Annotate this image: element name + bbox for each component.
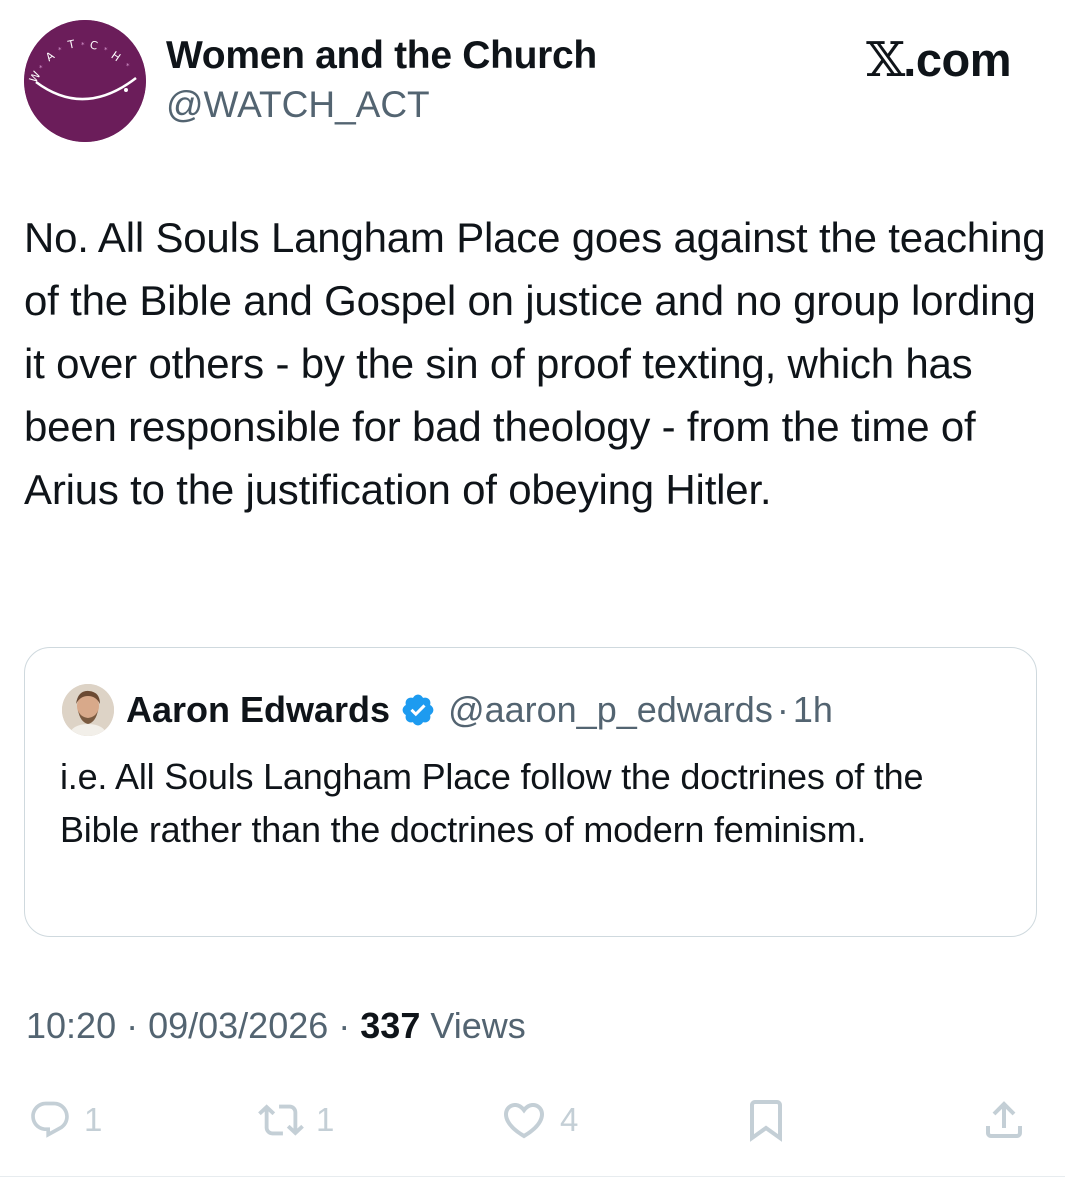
tweet-date[interactable]: 09/03/2026 — [148, 1005, 328, 1046]
views-count: 337 — [360, 1005, 421, 1046]
quoted-author-name[interactable]: Aaron Edwards — [126, 689, 390, 731]
repost-count: 1 — [316, 1101, 335, 1138]
quoted-tweet[interactable]: Aaron Edwards @aaron_p_edwards · 1h i.e.… — [24, 647, 1037, 937]
watch-logo: W A T C H * * * * * — [24, 20, 146, 142]
bookmark-icon — [750, 1100, 782, 1142]
heart-icon — [503, 1103, 545, 1139]
author-avatar[interactable]: W A T C H * * * * * — [24, 20, 146, 142]
share-icon — [986, 1101, 1022, 1138]
verified-badge-icon — [402, 694, 434, 726]
x-logo-icon: 𝕏 — [865, 32, 905, 88]
person-photo-icon — [62, 684, 114, 736]
quoted-text: i.e. All Souls Langham Place follow the … — [60, 756, 924, 850]
quoted-author-avatar[interactable] — [62, 684, 114, 736]
author-handle[interactable]: @WATCH_ACT — [166, 84, 430, 126]
share-button[interactable] — [980, 1090, 1028, 1150]
like-count: 4 — [560, 1101, 579, 1138]
separator-dot: · — [776, 689, 789, 730]
meta-separator: · — [116, 1005, 149, 1046]
quoted-timestamp[interactable]: 1h — [793, 689, 833, 731]
repost-icon — [258, 1104, 304, 1136]
author-name[interactable]: Women and the Church — [166, 34, 597, 78]
reply-count: 1 — [84, 1101, 103, 1138]
bookmark-button[interactable] — [742, 1090, 790, 1150]
views-label: Views — [420, 1005, 526, 1046]
tweet-card: W A T C H * * * * * Women and the Church… — [0, 0, 1065, 1200]
tweet-time[interactable]: 10:20 — [26, 1005, 116, 1046]
bottom-divider — [0, 1176, 1065, 1177]
brand-suffix: .com — [903, 33, 1011, 86]
reply-icon — [31, 1101, 69, 1138]
quoted-header: Aaron Edwards @aaron_p_edwards · 1h — [126, 688, 833, 732]
svg-text:*: * — [104, 46, 108, 54]
meta-separator: · — [328, 1005, 361, 1046]
quoted-author-handle[interactable]: @aaron_p_edwards — [448, 689, 773, 731]
repost-button[interactable]: 1 — [258, 1090, 334, 1150]
svg-text:*: * — [81, 41, 85, 49]
reply-button[interactable]: 1 — [28, 1090, 102, 1150]
svg-text:*: * — [39, 64, 43, 72]
tweet-meta: 10:20 · 09/03/2026 · 337 Views — [26, 1005, 526, 1047]
x-logo: 𝕏.com — [865, 32, 1012, 88]
tweet-text: No. All Souls Langham Place goes against… — [24, 214, 1046, 513]
svg-text:*: * — [58, 46, 62, 54]
like-button[interactable]: 4 — [500, 1090, 578, 1150]
action-bar: 1 1 4 — [0, 1090, 1065, 1150]
svg-text:*: * — [126, 62, 130, 70]
